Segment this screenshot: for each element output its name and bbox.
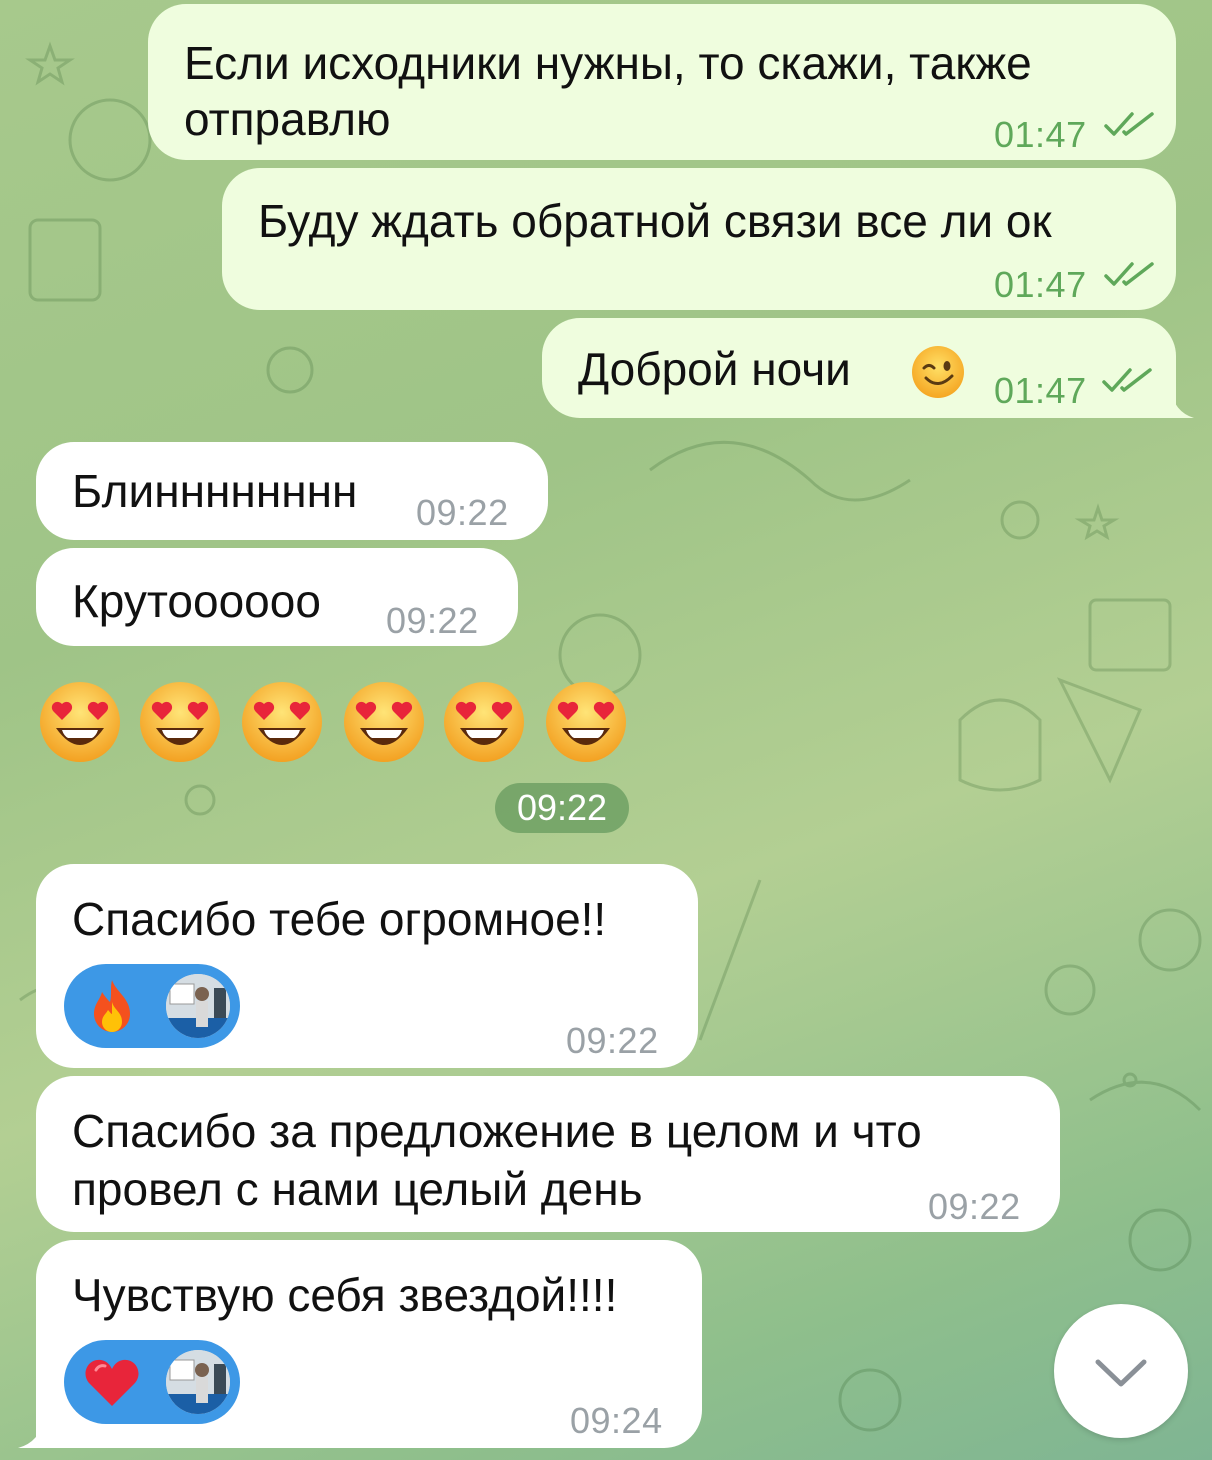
heart-eyes-emoji bbox=[344, 682, 424, 762]
message-time: 09:22 bbox=[416, 492, 509, 533]
incoming-message[interactable]: Чувствую себя звездой!!!! 09:24 bbox=[36, 1240, 702, 1448]
message-time: 09:24 bbox=[570, 1400, 663, 1441]
message-time: 01:47 bbox=[994, 370, 1087, 411]
reaction-chip[interactable] bbox=[64, 964, 240, 1048]
heart-eyes-emoji bbox=[140, 682, 220, 762]
emoji-message-time: 09:22 bbox=[495, 783, 629, 833]
heart-eyes-emoji bbox=[242, 682, 322, 762]
outgoing-message[interactable]: Буду ждать обратной связи все ли ок 01:4… bbox=[222, 168, 1176, 310]
double-check-icon bbox=[1104, 112, 1154, 136]
reaction-chip[interactable] bbox=[64, 1340, 240, 1424]
message-text: Спасибо тебе огромное!! bbox=[72, 893, 607, 945]
message-time: 09:22 bbox=[386, 600, 479, 641]
reactor-avatar bbox=[166, 1350, 230, 1414]
incoming-message[interactable]: Блинннннннн 09:22 bbox=[36, 442, 548, 540]
message-time: 09:22 bbox=[566, 1020, 659, 1061]
outgoing-message[interactable]: Доброй ночи 01:47 bbox=[542, 318, 1176, 418]
bubble-tail bbox=[1170, 388, 1194, 418]
message-text: Доброй ночи bbox=[578, 343, 851, 395]
chevron-down-icon bbox=[1095, 1359, 1147, 1387]
message-text: Буду ждать обратной связи все ли ок bbox=[258, 195, 1052, 247]
message-text-line: Спасибо за предложение в целом и что bbox=[72, 1105, 922, 1157]
message-text-line: провел с нами целый день bbox=[72, 1163, 643, 1215]
reactor-avatar bbox=[166, 974, 230, 1038]
bubble-tail bbox=[18, 1418, 44, 1448]
scroll-to-bottom-button[interactable] bbox=[1054, 1304, 1188, 1438]
winking-face-emoji bbox=[912, 346, 964, 398]
message-time: 01:47 bbox=[994, 114, 1087, 155]
message-text: Крутоооооо bbox=[72, 575, 321, 627]
emoji-message[interactable] bbox=[38, 680, 628, 764]
incoming-message[interactable]: Спасибо за предложение в целом и что про… bbox=[36, 1076, 1060, 1232]
heart-eyes-emoji bbox=[546, 682, 626, 762]
message-text: Блинннннннн bbox=[72, 465, 358, 517]
heart-eyes-emoji bbox=[40, 682, 120, 762]
message-text-line: Если исходники нужны, то скажи, также bbox=[184, 37, 1032, 89]
incoming-message[interactable]: Спасибо тебе огромное!! 09:22 bbox=[36, 864, 698, 1068]
double-check-icon bbox=[1104, 262, 1154, 286]
heart-eyes-emoji bbox=[444, 682, 524, 762]
message-time: 01:47 bbox=[994, 264, 1087, 305]
fire-icon bbox=[94, 980, 130, 1032]
message-text: Чувствую себя звездой!!!! bbox=[72, 1269, 618, 1321]
outgoing-message[interactable]: Если исходники нужны, то скажи, также от… bbox=[148, 4, 1176, 160]
incoming-message[interactable]: Крутоооооо 09:22 bbox=[36, 548, 518, 646]
message-text-line: отправлю bbox=[184, 93, 391, 145]
double-check-icon bbox=[1102, 368, 1152, 392]
red-heart-icon bbox=[85, 1359, 139, 1406]
message-time: 09:22 bbox=[928, 1186, 1021, 1227]
